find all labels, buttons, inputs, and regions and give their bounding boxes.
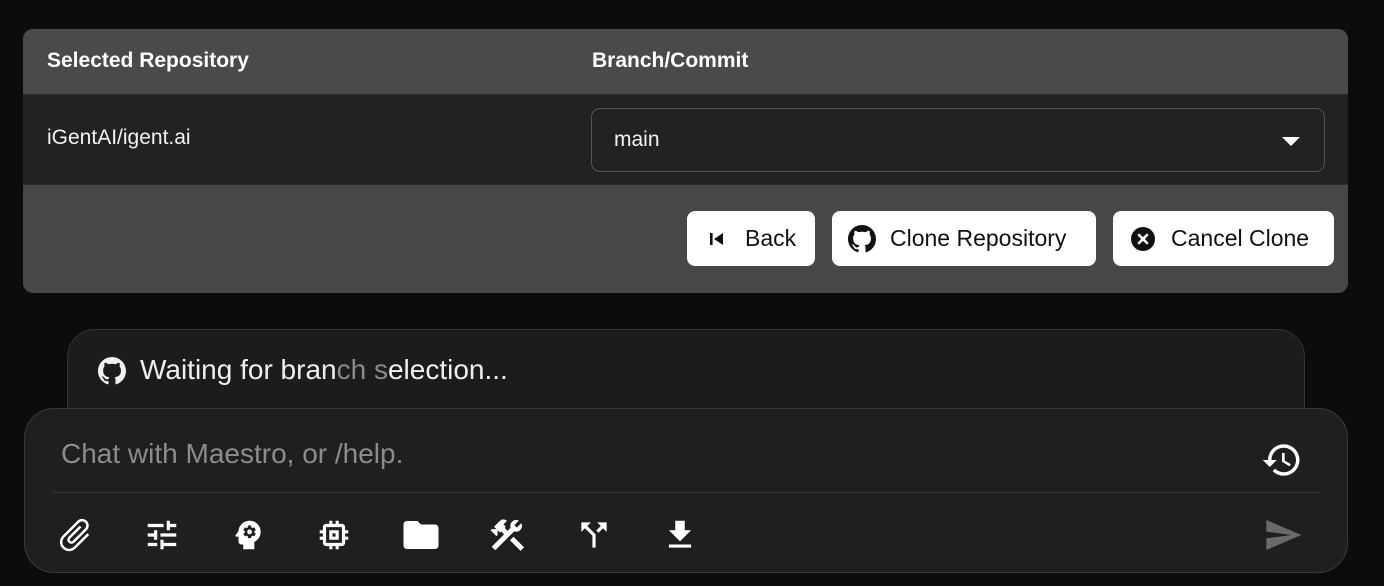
cancel-clone-button[interactable]: Cancel Clone — [1113, 211, 1334, 266]
clone-repository-label: Clone Repository — [890, 225, 1067, 251]
github-icon — [98, 357, 126, 385]
download-icon[interactable] — [658, 513, 702, 557]
repo-selection-panel: Selected Repository Branch/Commit iGentA… — [23, 29, 1348, 293]
back-button[interactable]: Back — [687, 211, 815, 266]
chip-icon[interactable] — [312, 513, 356, 557]
fork-icon[interactable] — [572, 513, 616, 557]
status-text-shimmer: ch s — [336, 354, 388, 385]
brain-gear-icon[interactable] — [226, 513, 270, 557]
chat-divider — [53, 492, 1321, 493]
status-text-part: Waiting for bran — [140, 354, 337, 385]
status-message: Waiting for branch selection... — [140, 354, 508, 386]
paperclip-icon[interactable] — [53, 513, 97, 557]
repo-actions-bar: Back Clone Repository Cancel Clone — [23, 185, 1348, 293]
github-icon — [848, 224, 876, 253]
chat-composer — [24, 408, 1348, 573]
repository-name: iGentAI/igent.ai — [47, 126, 191, 149]
header-branch-commit: Branch/Commit — [592, 49, 749, 72]
send-icon[interactable] — [1263, 515, 1303, 555]
clone-repository-button[interactable]: Clone Repository — [832, 211, 1096, 266]
repo-table-header: Selected Repository Branch/Commit — [23, 29, 1348, 95]
chat-input[interactable] — [61, 433, 1211, 475]
skip-back-icon — [703, 225, 731, 253]
repo-table-row: iGentAI/igent.ai main — [23, 95, 1348, 185]
cancel-clone-label: Cancel Clone — [1171, 225, 1310, 251]
close-circle-icon — [1129, 225, 1157, 253]
branch-select-value: main — [614, 128, 660, 151]
history-icon[interactable] — [1261, 439, 1303, 481]
chevron-down-icon — [1282, 137, 1300, 146]
tools-icon[interactable] — [485, 513, 529, 557]
folder-icon[interactable] — [399, 513, 443, 557]
branch-select[interactable]: main — [591, 108, 1325, 172]
status-text-part: election... — [387, 354, 508, 385]
sliders-icon[interactable] — [140, 513, 184, 557]
header-selected-repository: Selected Repository — [47, 49, 249, 72]
back-button-label: Back — [745, 225, 797, 251]
